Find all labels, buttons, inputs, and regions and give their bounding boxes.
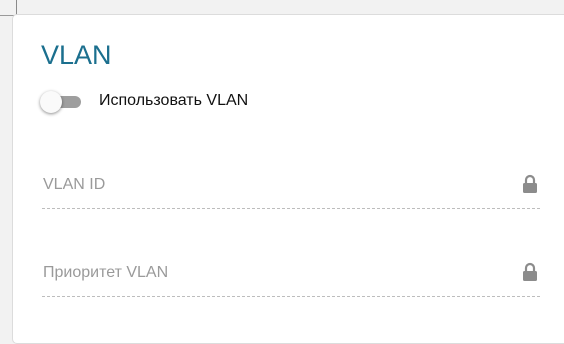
use-vlan-toggle-knob	[40, 91, 62, 113]
vlan-id-placeholder: VLAN ID	[43, 176, 106, 193]
lock-icon	[522, 262, 538, 282]
vlan-id-field[interactable]: VLAN ID	[42, 169, 540, 209]
use-vlan-toggle[interactable]	[40, 91, 82, 113]
vlan-priority-field[interactable]: Приоритет VLAN	[42, 257, 540, 297]
vlan-id-underline	[42, 208, 540, 209]
lock-icon	[522, 174, 538, 194]
vlan-settings-card: VLAN Использовать VLAN VLAN ID Приоритет…	[12, 14, 564, 344]
use-vlan-label[interactable]: Использовать VLAN	[99, 89, 248, 113]
vlan-priority-placeholder: Приоритет VLAN	[43, 264, 169, 281]
top-edge-divider	[16, 0, 17, 15]
section-title: VLAN	[41, 40, 112, 70]
vlan-priority-underline	[42, 296, 540, 297]
